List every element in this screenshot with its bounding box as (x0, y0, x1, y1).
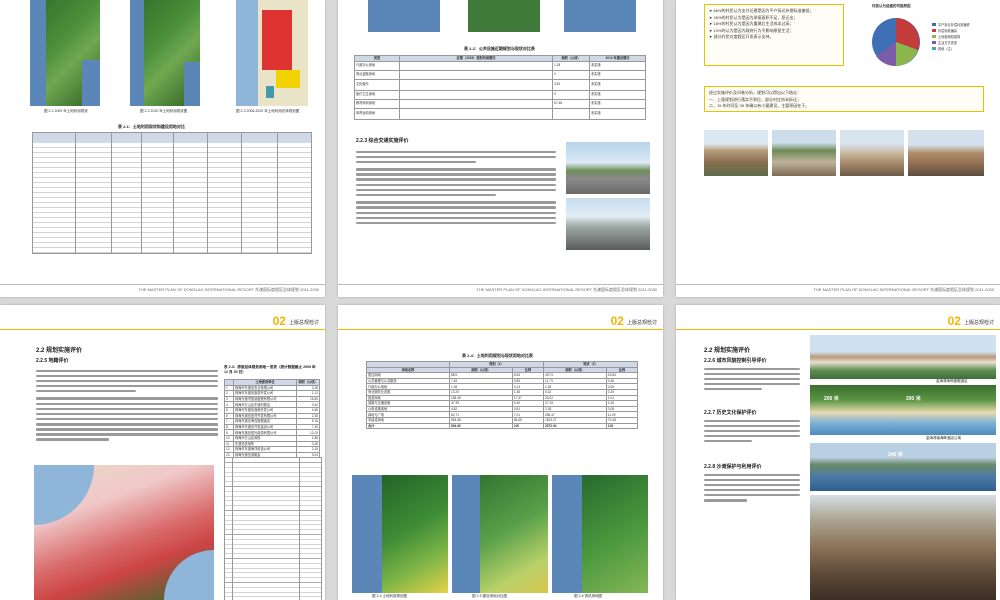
facility-map-3 (564, 0, 636, 32)
land-user-table: 土地使用单位 面积（公顷） 1 珠海市东澳岛农业有限公司 3.28 2 珠海市东澳岛旅… (224, 379, 320, 470)
figure-caption: 图 2-1 2009 年土地利用现状 (44, 109, 88, 113)
conclusion-box: 经过实施评价及问卷分析，规划可以得出以下结论： 一、上版规划进行落实不到位，部分… (704, 86, 984, 112)
table-row: 商业金融用地 0 未实施 (354, 69, 646, 80)
chapter-title: 上版总规检讨 (963, 320, 994, 326)
chapter-number: 02 (610, 314, 624, 328)
section-heading: 2.2.3 综合交通实施评价 (356, 138, 409, 144)
distance-label: 240 米 (888, 452, 903, 458)
body-text (704, 417, 800, 457)
chapter-title: 上版总规检讨 (626, 320, 657, 326)
land-ownership-map (34, 465, 214, 600)
figure-caption: 图 2-2 2010 年土地利用现状图 (140, 109, 188, 113)
table-title: 表 2-4：土地利用规划与现状用地对比表 (462, 353, 533, 358)
land-user-table-continued (224, 457, 322, 600)
facility-map-1 (368, 0, 440, 32)
report-page-4: 02 上版总规检讨 2.2 规划实施评价 2.2.5 地籍评价 表 2-3：原版… (0, 305, 325, 600)
report-page-5: 02 上版总规检讨 表 2-4：土地利用规划与现状用地对比表 规划（1） 现状（… (338, 305, 663, 600)
village-photo-4 (908, 130, 984, 176)
landuse-plan-map (352, 475, 448, 593)
landuse-map-2009 (30, 0, 100, 106)
construction-land-map (452, 475, 548, 593)
road-photo-1 (566, 142, 650, 194)
header-rule (676, 329, 1000, 330)
table-title: 表 2-2：公共设施近期规划与现状对比表 (464, 46, 535, 51)
figure-caption: 图 2-4 土地利用规划图 (372, 594, 408, 598)
figure-caption: 图 2-3 2006-2020 年土地利用总体规划图 (236, 109, 300, 113)
header-rule (0, 329, 325, 330)
village-photo-2 (772, 130, 836, 176)
header-rule (338, 329, 663, 330)
historic-building-photo (810, 495, 996, 600)
body-text (704, 365, 800, 405)
table-row: 医疗卫生用地 0 未实施 (354, 89, 646, 100)
section-heading: 2.2 规划实施评价 (36, 348, 83, 354)
chapter-number: 02 (272, 314, 286, 328)
pie-legend: 平户拆迁补偿标准偏低 补偿标准偏高 土地使用权保障 生活方式改变 其他（注） (932, 22, 970, 52)
chapter-header: 02 上版总规检讨 (611, 313, 657, 327)
village-photo-3 (840, 130, 904, 176)
report-page-1: 图 2-1 2009 年土地利用现状 图 2-2 2010 年土地利用现状图 图… (0, 0, 325, 297)
body-text (356, 148, 556, 248)
table-title: 表 2-3：原版总体规划用地一览表（统计数据截止 2009 年 12 月 30 … (224, 365, 316, 374)
landuse-map-2010 (130, 0, 200, 106)
photo-label: 金海湾南海畔酒店公寓 (926, 436, 961, 440)
subsection-heading: 2.2.6 城市风貌控制引导评价 (704, 358, 767, 364)
section-heading: 2.2 规划实施评价 (704, 348, 751, 354)
table-row: 行政办公用地 1.28 未实施 (354, 60, 646, 71)
page-footer: THE MASTER PLAN OF DONGLAO INTERNATIONAL… (338, 284, 663, 293)
chapter-number: 02 (947, 314, 961, 328)
table-row: 教育科研用地 67.38 未实施 (354, 98, 646, 109)
report-page-3: ➤ 66%的村民认为支付迁建是因为平户拆迁补偿标准偏低； ➤ 26%的村民认为是… (676, 0, 1000, 297)
page-footer: THE MASTER PLAN OF DONGLAO INTERNATIONAL… (0, 284, 325, 293)
report-page-2: 表 2-2：公共设施近期规划与现状对比表 类型 近期（2015）规划布局情况 面… (338, 0, 663, 297)
subsection-heading: 2.2.8 沙滩保护与利用评价 (704, 464, 762, 470)
bay-view-photo: 240 米 (810, 443, 996, 491)
body-text (704, 471, 800, 517)
subsection-heading: 2.2.7 历史文化保护评价 (704, 410, 757, 416)
table-row: 合计 894.80 100 2572.94 100 (366, 422, 639, 430)
page-footer: THE MASTER PLAN OF DONGLAO INTERNATIONAL… (676, 284, 1000, 293)
facility-comparison-table: 类型 近期（2015）规划布局情况 面积（公顷） 2010 年建设情况 行政办公… (354, 55, 646, 120)
beach-aerial-photo: 200 米 200 米 (810, 385, 996, 435)
current-landuse-map (552, 475, 648, 593)
table-row: 体育运动用地 未实施 (354, 107, 646, 120)
body-text (36, 367, 218, 471)
chart-title: 村民认为迫建的可能原因 (872, 4, 911, 8)
chapter-title: 上版总规检讨 (288, 320, 319, 326)
chapter-header: 02 上版总规检讨 (948, 313, 994, 327)
photo-label: 金海湾海岸度假酒店 (936, 379, 968, 383)
resort-hotel-photo (810, 335, 996, 379)
figure-caption: 图 2-5 建设用地对比图 (472, 594, 508, 598)
relocation-reasons-pie (872, 18, 920, 67)
distance-label: 200 米 (824, 396, 839, 402)
landuse-plan-vs-current-table: 规划（1） 现状（2） 用地名称 面积（公顷） 比例 面积（公顷） 比例 居住用… (366, 361, 639, 430)
figure-caption: 图 2-6 现状用地图 (574, 594, 603, 598)
facility-map-2 (468, 0, 540, 32)
landuse-master-plan-map (236, 0, 308, 106)
table-title: 表 2-1：土地利用现状和建设用地对比 (118, 124, 185, 129)
survey-findings-box: ➤ 66%的村民认为支付迁建是因为平户拆迁补偿标准偏低； ➤ 26%的村民认为是… (704, 4, 844, 66)
distance-label: 200 米 (906, 396, 921, 402)
road-photo-2 (566, 198, 650, 250)
table-row: 文化娱乐 3.52 未实施 (354, 78, 646, 91)
village-photo-1 (704, 130, 768, 176)
subsection-heading: 2.2.5 地籍评价 (36, 358, 69, 364)
chapter-header: 02 上版总规检讨 (273, 313, 319, 327)
report-page-6: 02 上版总规检讨 2.2 规划实施评价 2.2.6 城市风貌控制引导评价 2.… (676, 305, 1000, 600)
landuse-comparison-table (32, 132, 312, 254)
